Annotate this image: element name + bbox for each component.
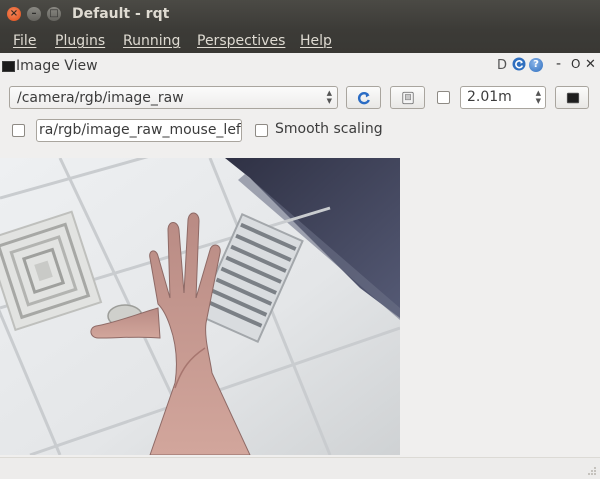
maximize-icon[interactable]: □ — [47, 7, 61, 21]
float-plugin-button[interactable]: O — [571, 57, 580, 71]
close-icon[interactable]: × — [7, 7, 21, 21]
menu-file[interactable]: File — [13, 33, 36, 49]
mouse-click-topic-value: ra/rgb/image_raw_mouse_left — [39, 122, 242, 138]
plugin-header: Image View D ? - O ✕ — [0, 56, 600, 78]
max-range-value: 2.01m — [467, 89, 512, 105]
max-range-spinbox[interactable]: 2.01m ▲ ▼ — [460, 86, 546, 109]
menu-running[interactable]: Running — [123, 33, 180, 49]
window-title: Default - rqt — [72, 6, 170, 22]
menu-bar: File Plugins Running Perspectives Help — [0, 30, 600, 53]
menu-perspectives[interactable]: Perspectives — [197, 33, 285, 49]
close-plugin-button[interactable]: ✕ — [585, 57, 596, 72]
refresh-icon — [357, 92, 370, 105]
minimize-icon[interactable]: – — [27, 7, 41, 21]
smooth-scaling-checkbox[interactable] — [255, 124, 268, 137]
topic-combobox-value: /camera/rgb/image_raw — [17, 90, 184, 106]
plugin-window-icon — [2, 61, 15, 72]
menu-help[interactable]: Help — [300, 33, 332, 49]
mouse-click-topic-input[interactable]: ra/rgb/image_raw_mouse_left — [36, 119, 242, 142]
plugin-title: Image View — [16, 58, 98, 74]
status-bar — [0, 457, 600, 479]
combobox-arrows-icon: ▲ ▼ — [326, 89, 332, 105]
debug-toggle-button[interactable]: D — [497, 58, 507, 73]
resize-grip-icon[interactable] — [587, 466, 597, 476]
color-scheme-icon — [566, 92, 580, 104]
publish-mouse-clicks-checkbox[interactable] — [12, 124, 25, 137]
camera-image-render — [0, 158, 400, 455]
save-icon — [402, 91, 414, 105]
smooth-scaling-label: Smooth scaling — [275, 121, 383, 137]
camera-image[interactable] — [0, 158, 400, 455]
topic-combobox[interactable]: /camera/rgb/image_raw ▲ ▼ — [9, 86, 338, 109]
save-image-button[interactable] — [390, 86, 425, 109]
help-icon[interactable]: ? — [529, 58, 543, 72]
dynamic-range-checkbox[interactable] — [437, 91, 450, 104]
color-scheme-button[interactable] — [555, 86, 589, 109]
spinbox-arrows-icon[interactable]: ▲ ▼ — [536, 89, 541, 105]
menu-plugins[interactable]: Plugins — [55, 33, 105, 49]
minimize-plugin-button[interactable]: - — [556, 56, 561, 72]
title-bar: × – □ Default - rqt — [0, 0, 600, 30]
refresh-topics-button[interactable] — [346, 86, 381, 109]
reload-icon[interactable] — [512, 57, 526, 71]
